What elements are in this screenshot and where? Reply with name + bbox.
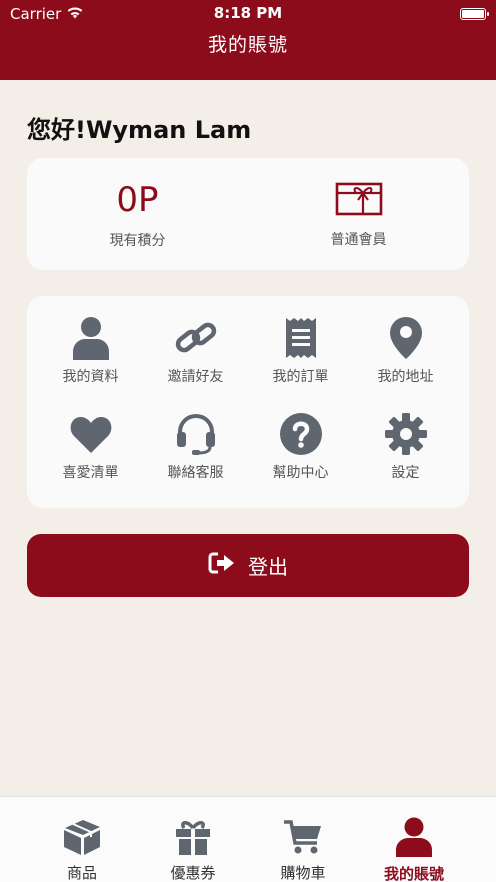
gift-icon — [173, 817, 213, 856]
menu-item-wishlist[interactable]: 喜愛清單 — [38, 392, 143, 482]
heart-icon — [69, 412, 113, 456]
menu-item-support[interactable]: 聯絡客服 — [143, 392, 248, 482]
cart-icon — [283, 817, 323, 856]
carrier-label: Carrier — [10, 5, 62, 23]
tab-account[interactable]: 我的賬號 — [352, 797, 476, 882]
menu-label-address: 我的地址 — [377, 369, 434, 385]
tab-label-coupons: 優惠券 — [170, 864, 216, 882]
menu-label-support: 聯絡客服 — [167, 465, 224, 481]
menu-label-profile: 我的資料 — [62, 369, 119, 385]
menu-label-wishlist: 喜愛清單 — [62, 465, 119, 481]
logout-button[interactable]: 登出 — [27, 534, 469, 597]
gear-icon — [384, 412, 428, 456]
battery-icon — [460, 8, 489, 20]
menu-label-orders: 我的訂單 — [272, 369, 329, 385]
gift-box-icon — [335, 182, 383, 216]
menu-label-help: 幫助中心 — [272, 465, 329, 481]
menu-item-settings[interactable]: 設定 — [353, 392, 458, 482]
menu-label-settings: 設定 — [391, 465, 420, 481]
help-icon — [279, 412, 323, 456]
logout-label: 登出 — [248, 555, 288, 579]
menu-label-invite: 邀請好友 — [167, 369, 224, 385]
menu-card: 我的資料 邀請好友 我的訂單 我的地址 喜愛清單 聯絡客服 幫助中心 設定 — [27, 296, 469, 508]
menu-item-orders[interactable]: 我的訂單 — [248, 296, 353, 386]
tab-label-account: 我的賬號 — [383, 865, 444, 882]
map-pin-icon — [384, 316, 428, 360]
wifi-icon — [66, 5, 84, 23]
points-card: 0P 現有積分 普通會員 — [27, 158, 469, 270]
status-bar: Carrier 8:18 PM — [0, 0, 496, 28]
membership-label: 普通會員 — [330, 232, 387, 248]
tab-label-products: 商品 — [66, 864, 97, 882]
page-title: 我的賬號 — [207, 34, 288, 56]
receipt-icon — [279, 316, 323, 360]
tab-label-cart: 購物車 — [280, 864, 326, 882]
menu-item-invite[interactable]: 邀請好友 — [143, 296, 248, 386]
menu-item-help[interactable]: 幫助中心 — [248, 392, 353, 482]
tab-cart[interactable]: 購物車 — [241, 797, 365, 882]
box-icon — [62, 817, 102, 856]
membership-section[interactable]: 普通會員 — [248, 158, 469, 270]
status-left: Carrier — [10, 5, 84, 23]
tab-products[interactable]: 商品 — [20, 797, 144, 882]
menu-item-profile[interactable]: 我的資料 — [38, 296, 143, 386]
header-bar: Carrier 8:18 PM 我的賬號 — [0, 0, 496, 80]
user-icon — [394, 817, 434, 857]
greeting-text: 您好!Wyman Lam — [27, 116, 252, 144]
points-section[interactable]: 0P 現有積分 — [27, 158, 248, 270]
points-label: 現有積分 — [109, 233, 166, 249]
tab-coupons[interactable]: 優惠券 — [131, 797, 255, 882]
menu-item-address[interactable]: 我的地址 — [353, 296, 458, 386]
points-value: 0P — [116, 180, 159, 220]
user-icon — [69, 316, 113, 360]
logout-icon — [208, 551, 236, 580]
link-icon — [174, 316, 218, 360]
headset-icon — [174, 412, 218, 456]
tab-bar: 商品 優惠券 購物車 我的賬號 — [0, 796, 496, 882]
